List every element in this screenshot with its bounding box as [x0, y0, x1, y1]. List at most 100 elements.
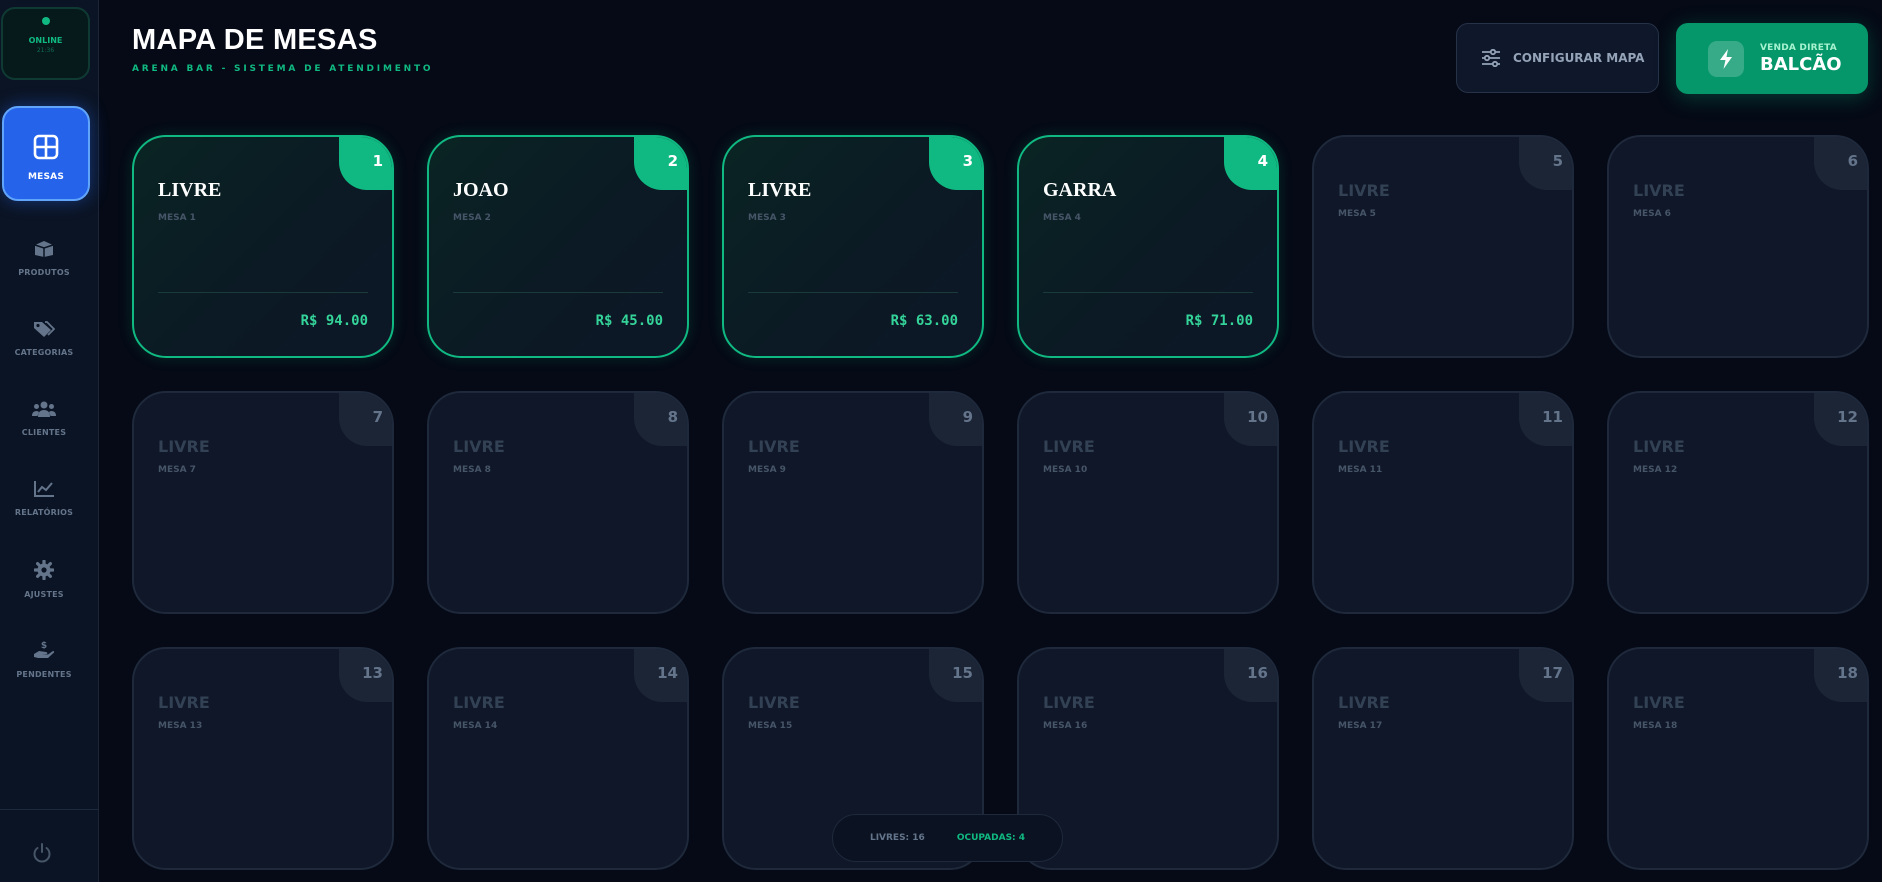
sidebar-item-clientes[interactable]: CLIENTES	[0, 400, 88, 460]
table-card[interactable]: 2 JOAO MESA 2 R$ 45.00	[427, 135, 689, 358]
table-card[interactable]: 3 LIVRE MESA 3 R$ 63.00	[722, 135, 984, 358]
table-divider	[1043, 292, 1253, 293]
bolt-icon-box	[1708, 40, 1744, 77]
table-total: R$ 45.00	[595, 313, 663, 329]
table-card[interactable]: 11 LIVRE MESA 11	[1312, 391, 1574, 614]
table-status: LIVRE	[1043, 693, 1095, 712]
table-status: LIVRE	[453, 693, 505, 712]
table-card[interactable]: 10 LIVRE MESA 10	[1017, 391, 1279, 614]
sidebar-item-relatorios[interactable]: RELATÓRIOS	[0, 480, 88, 540]
status-label: ONLINE	[28, 36, 63, 45]
table-total: R$ 71.00	[1185, 313, 1253, 329]
table-label: MESA 9	[748, 465, 786, 475]
table-number-badge: 4	[1224, 137, 1277, 190]
table-card[interactable]: 13 LIVRE MESA 13	[132, 647, 394, 870]
direct-sale-button[interactable]: VENDA DIRETA BALCÃO	[1676, 23, 1868, 94]
table-divider	[158, 292, 368, 293]
table-status: LIVRE	[748, 693, 800, 712]
table-status: LIVRE	[1633, 437, 1685, 456]
table-number-badge: 14	[634, 649, 687, 702]
table-number-badge: 10	[1224, 393, 1277, 446]
logout-button[interactable]	[31, 842, 53, 868]
table-card[interactable]: 6 LIVRE MESA 6	[1607, 135, 1869, 358]
table-label: MESA 17	[1338, 721, 1383, 731]
table-status: LIVRE	[748, 437, 800, 456]
table-label: MESA 16	[1043, 721, 1088, 731]
sidebar-item-mesas[interactable]: MESAS	[2, 106, 90, 201]
table-number-badge: 16	[1224, 649, 1277, 702]
table-number-badge: 3	[929, 137, 982, 190]
sidebar: ONLINE 21:36 MESAS PRODUTOS CATEGORIAS C…	[0, 0, 99, 882]
table-total: R$ 94.00	[300, 313, 368, 329]
table-card[interactable]: 4 GARRA MESA 4 R$ 71.00	[1017, 135, 1279, 358]
table-status: LIVRE	[748, 179, 812, 201]
sidebar-item-pendentes[interactable]: $ PENDENTES	[0, 640, 88, 700]
table-status: LIVRE	[1338, 437, 1390, 456]
table-label: MESA 5	[1338, 209, 1376, 219]
table-label: MESA 14	[453, 721, 498, 731]
table-card[interactable]: 5 LIVRE MESA 5	[1312, 135, 1574, 358]
table-divider	[748, 292, 958, 293]
hand-money-icon: $	[34, 641, 55, 658]
table-status: LIVRE	[453, 437, 505, 456]
table-number-badge: 9	[929, 393, 982, 446]
free-count: LIVRES: 16	[869, 833, 925, 843]
table-label: MESA 7	[158, 465, 196, 475]
sidebar-item-label: CLIENTES	[21, 428, 67, 437]
tables-summary: LIVRES: 16 OCUPADAS: 4	[832, 814, 1063, 862]
sliders-icon	[1482, 49, 1500, 67]
configure-map-button[interactable]: CONFIGURAR MAPA	[1456, 23, 1659, 93]
status-dot-icon	[41, 17, 50, 25]
table-number-badge: 18	[1814, 649, 1867, 702]
table-card[interactable]: 8 LIVRE MESA 8	[427, 391, 689, 614]
table-status: LIVRE	[158, 437, 210, 456]
users-icon	[32, 401, 56, 417]
table-card[interactable]: 1 LIVRE MESA 1 R$ 94.00	[132, 135, 394, 358]
table-number-badge: 1	[339, 137, 392, 190]
box-icon	[34, 241, 54, 257]
table-card[interactable]: 7 LIVRE MESA 7	[132, 391, 394, 614]
table-card[interactable]: 12 LIVRE MESA 12	[1607, 391, 1869, 614]
bolt-icon	[1720, 48, 1732, 69]
table-number-badge: 13	[339, 649, 392, 702]
tables-grid: 1 LIVRE MESA 1 R$ 94.00 2 JOAO MESA 2 R$ 45.00 3…	[132, 135, 1869, 870]
table-number-badge: 7	[339, 393, 392, 446]
table-number-badge: 6	[1814, 137, 1867, 190]
gear-icon	[34, 560, 54, 580]
sidebar-item-produtos[interactable]: PRODUTOS	[0, 240, 88, 300]
page-title: MAPA DE MESAS	[132, 24, 378, 56]
direct-sale-label: BALCÃO	[1760, 53, 1842, 75]
sidebar-item-label: CATEGORIAS	[14, 348, 74, 357]
table-card[interactable]: 17 LIVRE MESA 17	[1312, 647, 1574, 870]
table-number-badge: 11	[1519, 393, 1572, 446]
sidebar-item-label: AJUSTES	[24, 590, 64, 599]
table-number-badge: 2	[634, 137, 687, 190]
table-number-badge: 5	[1519, 137, 1572, 190]
table-status: LIVRE	[1338, 693, 1390, 712]
occupied-count: OCUPADAS: 4	[956, 833, 1026, 843]
table-label: MESA 3	[748, 213, 786, 223]
table-divider	[453, 292, 663, 293]
table-label: MESA 6	[1633, 209, 1671, 219]
grid-icon	[33, 134, 59, 160]
table-card[interactable]: 9 LIVRE MESA 9	[722, 391, 984, 614]
table-label: MESA 12	[1633, 465, 1678, 475]
sidebar-item-categorias[interactable]: CATEGORIAS	[0, 320, 88, 380]
table-number-badge: 17	[1519, 649, 1572, 702]
sidebar-item-label: PENDENTES	[16, 670, 72, 679]
connection-status: ONLINE 21:36	[1, 7, 90, 80]
sidebar-item-label: PRODUTOS	[18, 268, 70, 277]
table-card[interactable]: 14 LIVRE MESA 14	[427, 647, 689, 870]
configure-map-label: CONFIGURAR MAPA	[1513, 51, 1645, 65]
tags-icon	[34, 321, 55, 337]
table-label: MESA 1	[158, 213, 196, 223]
table-number-badge: 8	[634, 393, 687, 446]
direct-sale-caption: VENDA DIRETA	[1760, 42, 1837, 53]
table-number-badge: 12	[1814, 393, 1867, 446]
table-total: R$ 63.00	[890, 313, 958, 329]
sidebar-item-ajustes[interactable]: AJUSTES	[0, 560, 88, 620]
table-label: MESA 15	[748, 721, 793, 731]
table-card[interactable]: 18 LIVRE MESA 18	[1607, 647, 1869, 870]
table-status: LIVRE	[1633, 181, 1685, 200]
table-status: LIVRE	[158, 179, 222, 201]
